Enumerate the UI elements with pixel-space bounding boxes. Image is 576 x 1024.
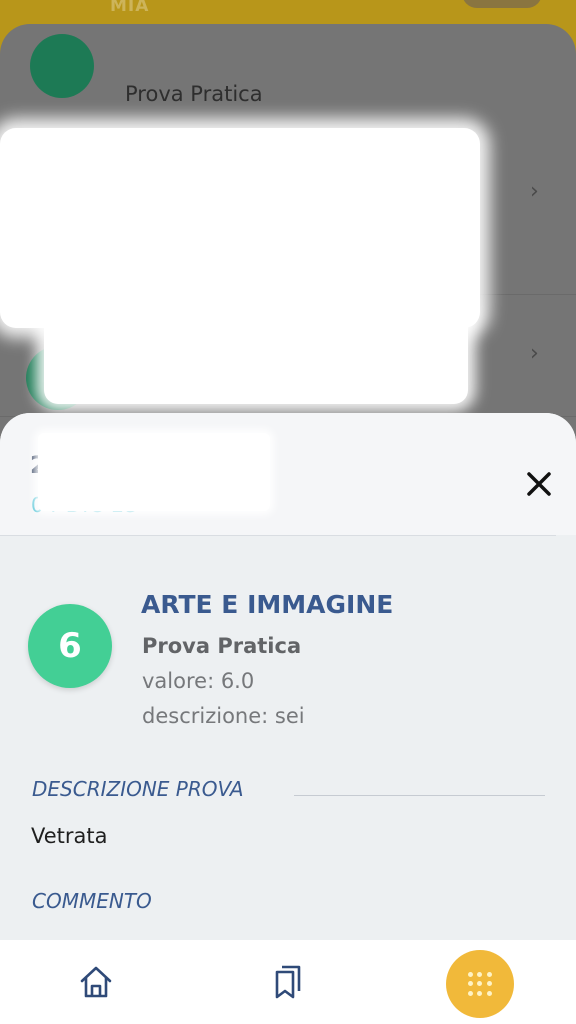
grade-value: valore: 6.0 xyxy=(142,669,255,693)
background-grade-circle xyxy=(30,34,94,98)
subject-title: ARTE E IMMAGINE xyxy=(141,590,394,619)
comment-section: COMMENTO xyxy=(0,885,576,909)
background-row-label: Prova Pratica xyxy=(125,82,263,106)
test-type: Prova Pratica xyxy=(142,634,302,658)
grade-detail-sheet: 2 04 DIC 23 6 ARTE E IMMAGINE Prova Prat… xyxy=(0,413,576,1024)
chevron-right-icon: › xyxy=(530,179,539,204)
bookmarks-icon xyxy=(275,965,301,999)
section-description-label: DESCRIZIONE PROVA xyxy=(32,777,244,801)
nav-home-button[interactable] xyxy=(76,962,116,1002)
redaction-block xyxy=(44,300,468,404)
section-divider xyxy=(294,795,545,796)
sheet-header: 2 04 DIC 23 xyxy=(0,413,576,535)
section-description-text: Vetrata xyxy=(31,824,108,848)
grid-menu-icon xyxy=(468,972,492,996)
divider xyxy=(0,535,556,536)
close-button[interactable] xyxy=(520,465,558,503)
home-icon xyxy=(80,966,112,998)
redaction-block xyxy=(0,128,480,328)
close-icon xyxy=(527,472,551,496)
avatar xyxy=(462,0,542,8)
nav-bookmarks-button[interactable] xyxy=(268,962,308,1002)
grade-description: descrizione: sei xyxy=(142,704,305,728)
bottom-nav xyxy=(0,940,576,1024)
menu-fab-button[interactable] xyxy=(446,950,514,1018)
redaction-block xyxy=(38,433,270,511)
grade-badge: 6 xyxy=(28,604,112,688)
chevron-right-icon: › xyxy=(530,341,539,366)
background-header-title: MIA xyxy=(110,0,150,16)
section-comment-label: COMMENTO xyxy=(32,889,152,909)
